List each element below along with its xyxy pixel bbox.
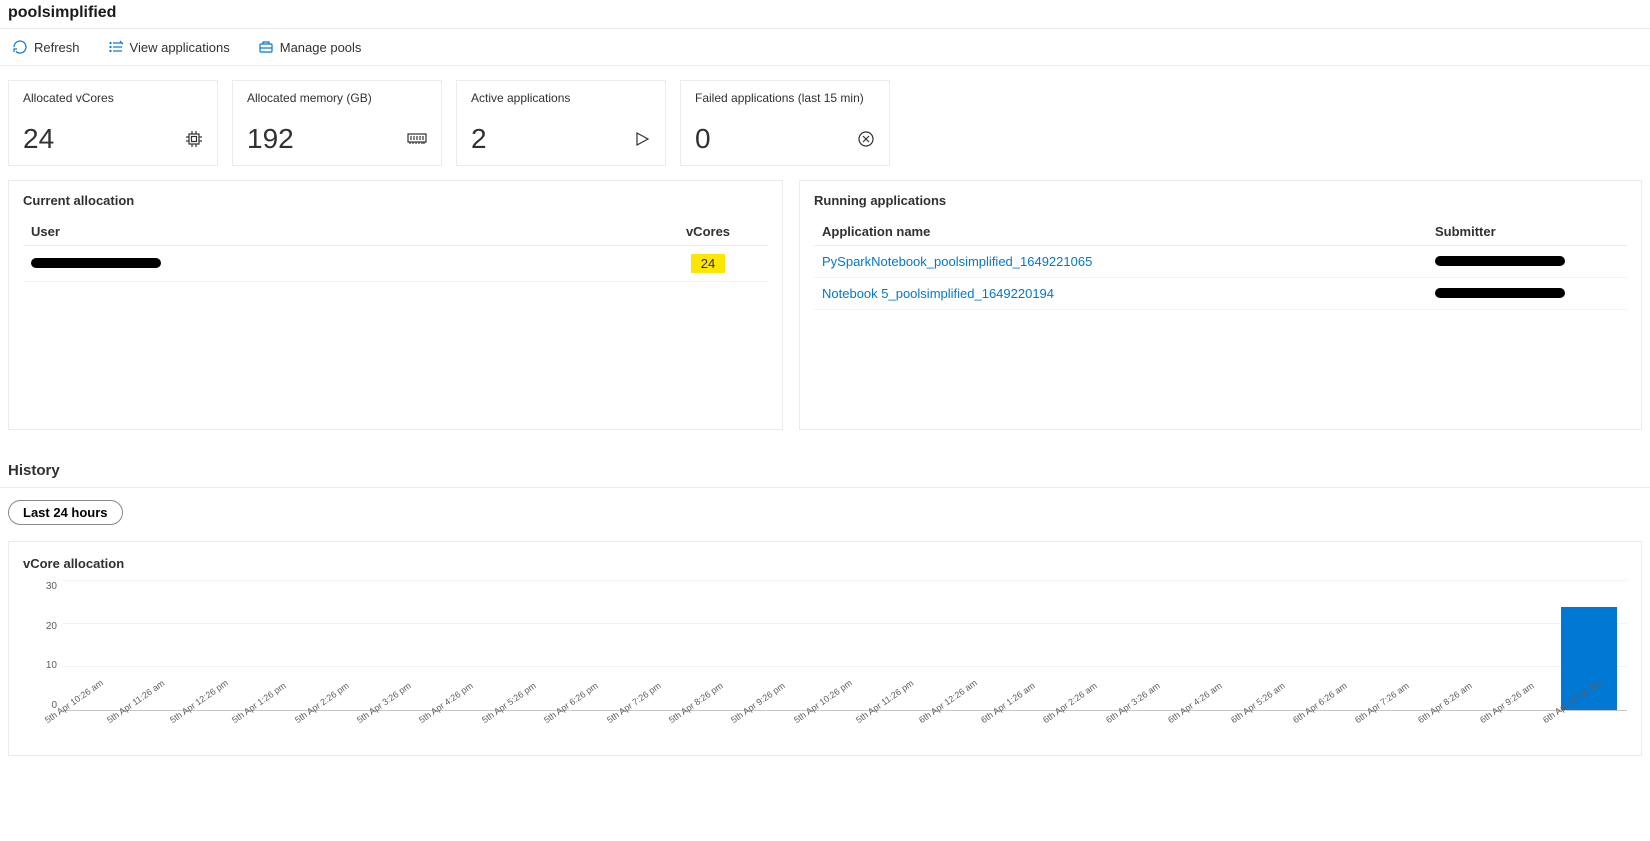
card-label: Allocated memory (GB) [247, 91, 427, 105]
gridline [63, 666, 1627, 667]
table-row: 24 [23, 246, 768, 282]
card-label: Active applications [471, 91, 651, 105]
manage-pools-label: Manage pools [280, 40, 362, 55]
running-applications-panel: Running applications Application name Su… [799, 180, 1642, 430]
redacted-user [31, 258, 161, 268]
card-failed-applications: Failed applications (last 15 min) 0 [680, 80, 890, 166]
y-tick: 20 [33, 621, 57, 632]
redacted-submitter [1435, 288, 1565, 298]
memory-icon [407, 131, 427, 147]
vcores-highlight: 24 [691, 254, 725, 273]
vcore-allocation-chart: vCore allocation 3020100 5th Apr 10:26 a… [8, 541, 1642, 756]
toolbar: Refresh View applications Manage pools [0, 28, 1650, 66]
pool-icon [258, 39, 274, 55]
cell-vcores: 24 [648, 246, 768, 282]
refresh-label: Refresh [34, 40, 80, 55]
gridline [63, 623, 1627, 624]
current-allocation-panel: Current allocation User vCores 24 [8, 180, 783, 430]
card-active-applications: Active applications 2 [456, 80, 666, 166]
history-header: History [0, 446, 1650, 487]
panel-title: Running applications [814, 193, 1627, 208]
chart-area: 3020100 5th Apr 10:26 am5th Apr 11:26 am… [63, 581, 1627, 741]
panels: Current allocation User vCores 24 Runnin… [0, 180, 1650, 446]
table-row: Notebook 5_poolsimplified_1649220194 [814, 278, 1627, 310]
running-table: Application name Submitter PySparkNotebo… [814, 218, 1627, 310]
list-icon [108, 39, 124, 55]
card-value: 24 [23, 123, 54, 155]
refresh-icon [12, 39, 28, 55]
col-user: User [23, 218, 648, 246]
panel-title: Current allocation [23, 193, 768, 208]
card-value: 0 [695, 123, 711, 155]
card-label: Allocated vCores [23, 91, 203, 105]
card-value: 2 [471, 123, 487, 155]
card-allocated-vcores: Allocated vCores 24 [8, 80, 218, 166]
chart-title: vCore allocation [23, 556, 1627, 571]
cell-app-name: Notebook 5_poolsimplified_1649220194 [814, 278, 1427, 310]
gridline [63, 580, 1627, 581]
application-link[interactable]: PySparkNotebook_poolsimplified_164922106… [822, 254, 1092, 269]
col-submitter: Submitter [1427, 218, 1627, 246]
table-row: PySparkNotebook_poolsimplified_164922106… [814, 246, 1627, 278]
cell-submitter [1427, 278, 1627, 310]
manage-pools-button[interactable]: Manage pools [254, 37, 366, 57]
view-applications-button[interactable]: View applications [104, 37, 234, 57]
view-applications-label: View applications [130, 40, 230, 55]
refresh-button[interactable]: Refresh [8, 37, 84, 57]
col-app-name: Application name [814, 218, 1427, 246]
cell-app-name: PySparkNotebook_poolsimplified_164922106… [814, 246, 1427, 278]
y-axis: 3020100 [33, 581, 57, 711]
play-icon [633, 130, 651, 148]
cpu-icon [185, 130, 203, 148]
card-value: 192 [247, 123, 294, 155]
card-allocated-memory: Allocated memory (GB) 192 [232, 80, 442, 166]
y-tick: 30 [33, 581, 57, 592]
allocation-table: User vCores 24 [23, 218, 768, 282]
x-axis: 5th Apr 10:26 am5th Apr 11:26 am5th Apr … [63, 711, 1627, 751]
card-label: Failed applications (last 15 min) [695, 91, 875, 105]
y-tick: 10 [33, 660, 57, 671]
col-vcores: vCores [648, 218, 768, 246]
page-title: poolsimplified [0, 0, 1650, 28]
cell-submitter [1427, 246, 1627, 278]
summary-cards: Allocated vCores 24 Allocated memory (GB… [0, 66, 1650, 180]
application-link[interactable]: Notebook 5_poolsimplified_1649220194 [822, 286, 1054, 301]
time-range-pill[interactable]: Last 24 hours [8, 500, 123, 525]
redacted-submitter [1435, 256, 1565, 266]
divider [0, 487, 1650, 488]
cell-user [23, 246, 648, 282]
fail-icon [857, 130, 875, 148]
